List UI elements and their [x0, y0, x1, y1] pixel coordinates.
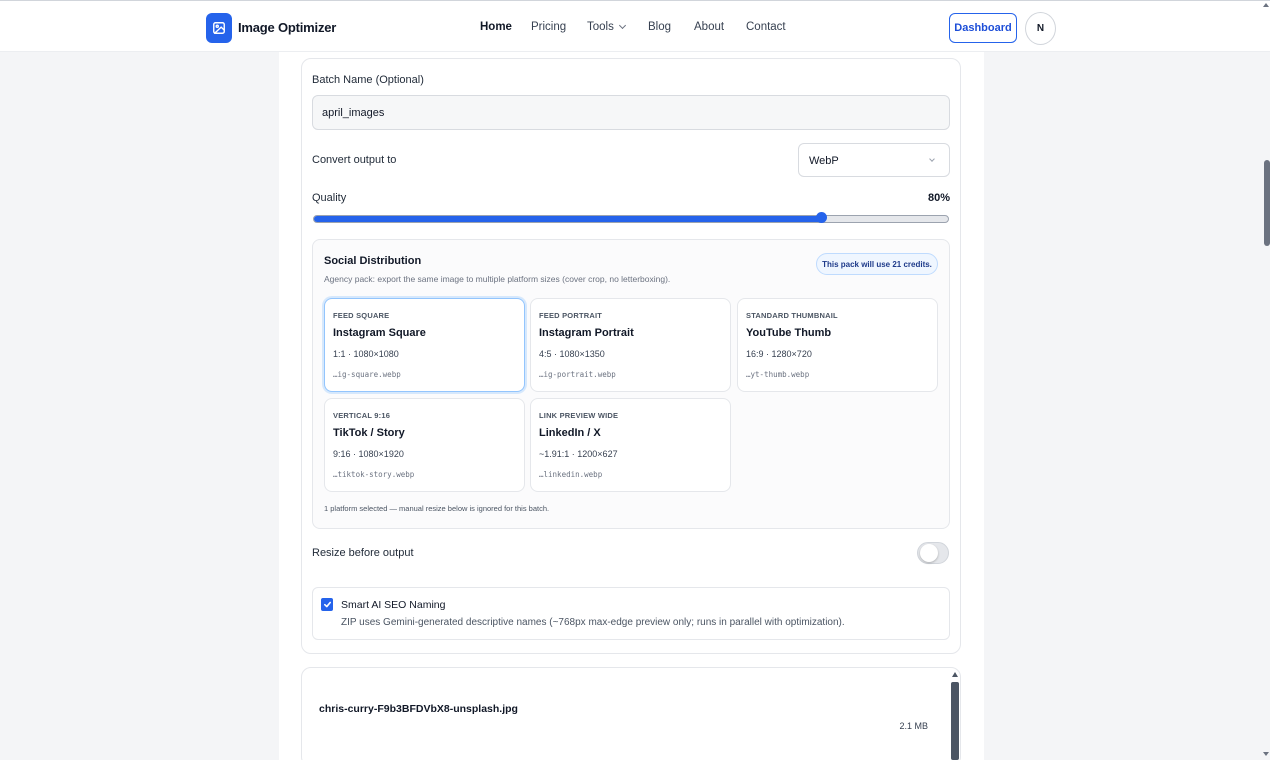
card-size: 1280×720 — [771, 349, 812, 359]
card-dimensions: 4:5 · 1080×1350 — [539, 349, 605, 359]
file-size: 2.1 MB — [899, 721, 928, 731]
nav-link-tools[interactable]: Tools — [587, 21, 626, 33]
file-name: chris-curry-F9b3BFDVbX8-unsplash.jpg — [319, 703, 518, 715]
page-scrollbar[interactable] — [1264, 160, 1270, 246]
card-filename: …ig-portrait.webp — [539, 370, 616, 379]
card-size: 1080×1080 — [353, 349, 399, 359]
social-distribution-subtitle: Agency pack: export the same image to mu… — [324, 274, 671, 284]
card-name: Instagram Portrait — [539, 327, 634, 339]
card-name: LinkedIn / X — [539, 427, 601, 439]
card-ratio: 4:5 — [539, 349, 552, 359]
ai-naming-title: Smart AI SEO Naming — [341, 599, 446, 611]
card-size: 1200×627 — [577, 449, 618, 459]
ai-naming-checkbox[interactable] — [321, 598, 333, 611]
card-kind: FEED SQUARE — [333, 311, 390, 320]
platform-selection-note: 1 platform selected — manual resize belo… — [324, 504, 550, 513]
card-kind: VERTICAL 9:16 — [333, 411, 391, 420]
card-ratio: 1:1 — [333, 349, 346, 359]
file-list-scrollbar[interactable] — [951, 682, 959, 760]
quality-label: Quality — [312, 192, 347, 204]
card-name: TikTok / Story — [333, 427, 405, 439]
convert-output-label: Convert output to — [312, 154, 397, 166]
batch-name-input[interactable]: april_images — [312, 95, 950, 130]
platform-card-tiktok-story[interactable]: VERTICAL 9:16 TikTok / Story 9:16 · 1080… — [324, 398, 525, 492]
brand-name[interactable]: Image Optimizer — [238, 20, 336, 35]
chevron-down-icon — [618, 21, 626, 30]
ai-naming-box — [312, 587, 950, 640]
resize-toggle-knob — [920, 544, 938, 562]
nav-link-tools-label: Tools — [587, 21, 614, 33]
logo-image-icon[interactable] — [206, 13, 232, 43]
nav-link-home[interactable]: Home — [480, 21, 512, 33]
ai-naming-description: ZIP uses Gemini-generated descriptive na… — [341, 617, 845, 628]
platform-card-instagram-square[interactable]: FEED SQUARE Instagram Square 1:1 · 1080×… — [324, 298, 525, 392]
resize-label: Resize before output — [312, 547, 414, 559]
quality-slider-fill — [314, 216, 822, 222]
page-scroll-up-arrow-icon[interactable] — [1263, 3, 1269, 7]
card-filename: …tiktok-story.webp — [333, 470, 415, 479]
card-ratio: ~1.91:1 — [539, 449, 570, 459]
chevron-down-icon — [929, 156, 935, 162]
card-dimensions: 16:9 · 1280×720 — [746, 349, 812, 359]
card-ratio: 9:16 — [333, 449, 351, 459]
dashboard-button[interactable]: Dashboard — [949, 13, 1017, 43]
top-nav-bar: Image Optimizer Home Pricing Tools Blog … — [0, 0, 1270, 52]
output-format-select[interactable]: WebP — [798, 143, 950, 177]
platform-card-youtube-thumb[interactable]: STANDARD THUMBNAIL YouTube Thumb 16:9 · … — [737, 298, 938, 392]
card-ratio: 16:9 — [746, 349, 764, 359]
nav-link-about[interactable]: About — [694, 21, 724, 33]
check-icon — [323, 601, 331, 608]
card-kind: FEED PORTRAIT — [539, 311, 603, 320]
card-name: Instagram Square — [333, 327, 426, 339]
card-kind: LINK PREVIEW WIDE — [539, 411, 619, 420]
page-scroll-down-arrow-icon[interactable] — [1263, 752, 1269, 756]
card-filename: …yt-thumb.webp — [746, 370, 810, 379]
card-filename: …ig-square.webp — [333, 370, 401, 379]
card-size: 1080×1350 — [559, 349, 605, 359]
credits-badge: This pack will use 21 credits. — [816, 253, 938, 275]
output-format-value: WebP — [809, 155, 839, 167]
card-kind: STANDARD THUMBNAIL — [746, 311, 838, 320]
platform-card-instagram-portrait[interactable]: FEED PORTRAIT Instagram Portrait 4:5 · 1… — [530, 298, 731, 392]
quality-slider[interactable] — [313, 212, 949, 223]
card-name: YouTube Thumb — [746, 327, 832, 339]
scroll-up-arrow-icon[interactable] — [952, 672, 958, 677]
card-size: 1080×1920 — [358, 449, 404, 459]
user-avatar[interactable]: N — [1025, 12, 1056, 45]
nav-link-pricing[interactable]: Pricing — [531, 21, 566, 33]
card-dimensions: 1:1 · 1080×1080 — [333, 349, 399, 359]
card-filename: …linkedin.webp — [539, 470, 603, 479]
nav-link-contact[interactable]: Contact — [746, 21, 786, 33]
quality-slider-thumb[interactable] — [816, 212, 828, 223]
card-dimensions: ~1.91:1 · 1200×627 — [539, 449, 618, 459]
batch-name-label: Batch Name (Optional) — [312, 74, 424, 86]
quality-value: 80% — [927, 192, 950, 204]
platform-card-linkedin-x[interactable]: LINK PREVIEW WIDE LinkedIn / X ~1.91:1 ·… — [530, 398, 731, 492]
social-distribution-title: Social Distribution — [324, 255, 422, 267]
resize-toggle[interactable] — [917, 542, 949, 564]
card-dimensions: 9:16 · 1080×1920 — [333, 449, 404, 459]
nav-link-blog[interactable]: Blog — [648, 21, 671, 33]
